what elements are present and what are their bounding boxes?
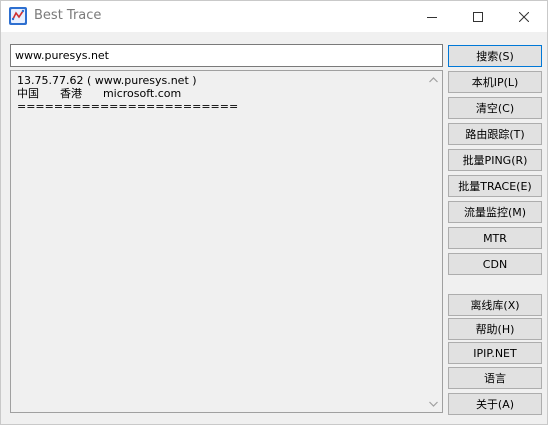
best-trace-window: Best Trace 13.75.77.62 ( www.puresys.net… <box>0 0 548 425</box>
vertical-scrollbar[interactable] <box>425 71 442 412</box>
scroll-down-button[interactable] <box>425 395 442 412</box>
ipip-net-button[interactable]: IPIP.NET <box>448 342 542 364</box>
mtr-button[interactable]: MTR <box>448 227 542 249</box>
output-line: ======================== <box>17 100 239 113</box>
host-input[interactable] <box>10 44 443 67</box>
close-button[interactable] <box>501 1 547 32</box>
title-bar[interactable]: Best Trace <box>1 1 547 32</box>
route-trace-button[interactable]: 路由跟踪(T) <box>448 123 542 145</box>
app-icon <box>9 7 27 25</box>
minimize-icon <box>427 16 437 18</box>
clear-button[interactable]: 清空(C) <box>448 97 542 119</box>
maximize-button[interactable] <box>455 1 501 32</box>
close-icon <box>519 11 529 22</box>
scroll-up-button[interactable] <box>425 71 442 88</box>
offline-db-button[interactable]: 离线库(X) <box>448 294 542 316</box>
chevron-down-icon <box>429 401 438 407</box>
maximize-icon <box>473 11 483 22</box>
minimize-button[interactable] <box>409 1 455 32</box>
trace-output-text: 13.75.77.62 ( www.puresys.net ) 中国 香港 mi… <box>17 74 417 113</box>
trace-output-area[interactable]: 13.75.77.62 ( www.puresys.net ) 中国 香港 mi… <box>10 70 443 413</box>
cdn-button[interactable]: CDN <box>448 253 542 275</box>
output-line: 中国 香港 microsoft.com <box>17 87 182 100</box>
language-button[interactable]: 语言 <box>448 367 542 389</box>
search-button[interactable]: 搜索(S) <box>448 45 542 67</box>
traffic-monitor-button[interactable]: 流量监控(M) <box>448 201 542 223</box>
local-ip-button[interactable]: 本机IP(L) <box>448 71 542 93</box>
about-button[interactable]: 关于(A) <box>448 393 542 415</box>
help-button[interactable]: 帮助(H) <box>448 318 542 340</box>
batch-ping-button[interactable]: 批量PING(R) <box>448 149 542 171</box>
batch-trace-button[interactable]: 批量TRACE(E) <box>448 175 542 197</box>
output-line: 13.75.77.62 ( www.puresys.net ) <box>17 74 197 87</box>
window-title: Best Trace <box>34 8 102 23</box>
chevron-up-icon <box>429 76 438 82</box>
